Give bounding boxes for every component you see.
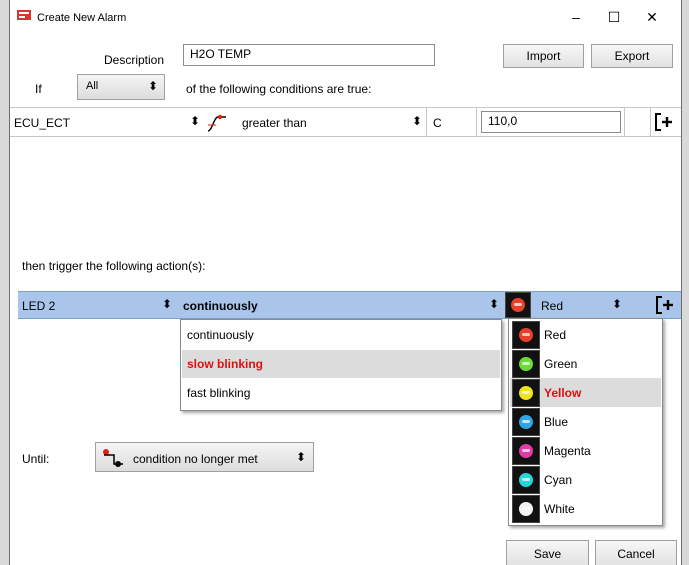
action-color[interactable]: Red (541, 299, 563, 313)
red-led-icon (505, 292, 531, 318)
blue-led-icon (512, 408, 540, 436)
color-option[interactable]: Blue (544, 408, 568, 436)
until-label: Until: (22, 452, 50, 466)
white-led-icon (512, 495, 540, 523)
description-input[interactable]: H2O TEMP (183, 44, 435, 66)
divider (476, 108, 477, 136)
title-bar: Create New Alarm – ☐ ✕ (10, 0, 681, 34)
yellow-led-icon (512, 379, 540, 407)
condition-operator[interactable]: greater than (242, 116, 307, 130)
divider (624, 108, 625, 136)
cancel-button[interactable]: Cancel (595, 540, 677, 565)
export-button[interactable]: Export (591, 44, 673, 68)
action-output[interactable]: LED 2 (22, 299, 55, 313)
condition-unit: C (433, 116, 442, 130)
green-led-icon (512, 350, 540, 378)
add-action-icon[interactable] (656, 296, 674, 314)
operator-updown-icon[interactable]: ⬍ (412, 115, 422, 127)
maximize-button[interactable]: ☐ (595, 6, 633, 28)
condition-channel[interactable]: ECU_ECT (14, 116, 70, 130)
save-button[interactable]: Save (506, 540, 589, 565)
condition-mode-select[interactable]: All ⬍ (77, 74, 165, 100)
color-option[interactable]: White (544, 495, 575, 523)
color-dropdown: Red Green Yellow Blue Magenta Cyan White (508, 318, 663, 526)
cyan-led-icon (512, 466, 540, 494)
add-condition-icon[interactable] (655, 113, 673, 131)
until-select[interactable]: condition no longer met ⬍ (95, 442, 314, 472)
color-option[interactable]: Red (544, 321, 566, 349)
red-led-icon (512, 321, 540, 349)
mode-updown-icon[interactable]: ⬍ (489, 298, 499, 310)
action-mode[interactable]: continuously (183, 299, 258, 313)
mode-option[interactable]: fast blinking (182, 379, 500, 407)
if-label: If (35, 82, 42, 96)
import-button[interactable]: Import (503, 44, 584, 68)
divider (426, 108, 427, 136)
until-updown-icon: ⬍ (296, 450, 307, 464)
channel-updown-icon[interactable]: ⬍ (190, 115, 200, 127)
mode-dropdown: continuously slow blinking fast blinking (180, 319, 502, 411)
color-updown-icon[interactable]: ⬍ (612, 298, 622, 310)
color-option[interactable]: Green (544, 350, 577, 378)
mode-option[interactable]: continuously (182, 321, 500, 349)
action-header-text: then trigger the following action(s): (22, 259, 206, 273)
condition-row: ECU_ECT ⬍ greater than ⬍ C 110,0 (10, 107, 681, 137)
condition-header-text: of the following conditions are true: (186, 82, 372, 96)
updown-icon: ⬍ (148, 79, 159, 93)
description-label: Description (104, 53, 165, 67)
condition-value-input[interactable]: 110,0 (481, 111, 621, 133)
output-updown-icon[interactable]: ⬍ (162, 298, 172, 310)
window-title: Create New Alarm (37, 12, 127, 24)
color-option[interactable]: Cyan (544, 466, 572, 494)
action-row: LED 2 ⬍ continuously ⬍ Red ⬍ (18, 291, 681, 319)
until-value: condition no longer met (133, 452, 258, 466)
divider (650, 108, 651, 136)
color-option[interactable]: Magenta (544, 437, 591, 465)
app-icon (17, 10, 31, 20)
magenta-led-icon (512, 437, 540, 465)
condition-mode-value: All (86, 80, 99, 92)
color-option[interactable]: Yellow (544, 379, 581, 407)
greater-than-icon (207, 114, 226, 132)
create-alarm-window: Create New Alarm – ☐ ✕ Description H2O T… (9, 0, 682, 565)
mode-option[interactable]: slow blinking (182, 350, 500, 378)
minimize-button[interactable]: – (557, 6, 595, 28)
condition-end-icon (103, 449, 123, 467)
close-button[interactable]: ✕ (633, 6, 671, 28)
